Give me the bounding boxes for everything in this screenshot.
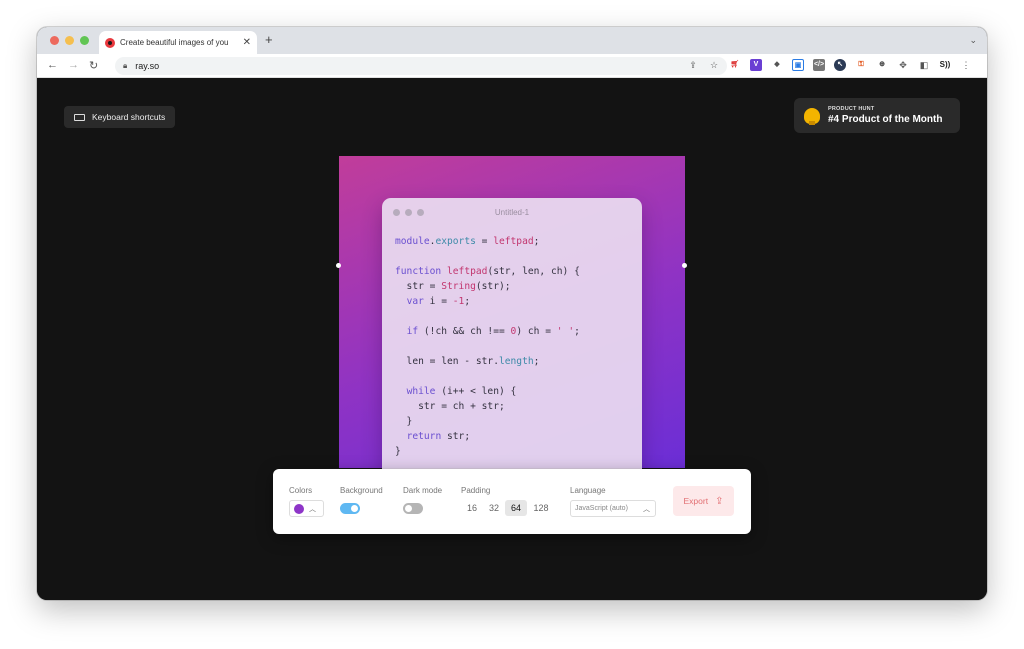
keyboard-icon xyxy=(74,113,85,121)
extension-window-icon[interactable]: ▣ xyxy=(792,59,804,71)
url-text: ray.so xyxy=(135,61,160,71)
color-swatch xyxy=(294,503,304,514)
padding-option[interactable]: 64 xyxy=(505,500,527,516)
padding-option[interactable]: 32 xyxy=(483,500,505,516)
keyboard-shortcuts-label: Keyboard shortcuts xyxy=(92,112,166,122)
background-toggle[interactable] xyxy=(340,503,360,514)
tab-title: Create beautiful images of you xyxy=(120,38,229,47)
product-hunt-badge[interactable]: PRODUCT HUNT #4 Product of the Month xyxy=(794,98,960,133)
export-button[interactable]: Export ⇪ xyxy=(673,486,734,516)
color-picker-button[interactable]: ︿ xyxy=(289,500,324,517)
product-hunt-rank: #4 Product of the Month xyxy=(828,114,943,125)
extension-v-icon[interactable]: V xyxy=(750,59,762,71)
extension-globe-icon[interactable]: ⊕ xyxy=(876,59,888,71)
profile-icon[interactable]: S)) xyxy=(939,59,951,71)
extension-eye-icon[interactable]: ◆ xyxy=(771,59,783,71)
extension-cursor-icon[interactable]: ↖ xyxy=(834,59,846,71)
page-content: Keyboard shortcuts PRODUCT HUNT #4 Produ… xyxy=(37,78,987,600)
more-vertical-icon[interactable]: ⋮ xyxy=(960,59,972,71)
browser-window: Create beautiful images of you ✕ + ⌄ ← →… xyxy=(37,27,987,600)
new-tab-button[interactable]: + xyxy=(265,32,273,47)
controls-panel: Colors ︿ Background Dark mode Padding 16… xyxy=(273,469,751,534)
product-hunt-text: PRODUCT HUNT #4 Product of the Month xyxy=(828,106,942,125)
toggle-knob xyxy=(351,505,358,512)
forward-icon[interactable]: → xyxy=(68,59,79,71)
language-value: JavaScript (auto) xyxy=(575,505,628,512)
product-hunt-label: PRODUCT HUNT xyxy=(828,106,875,112)
extension-cart-icon[interactable]: 🛒︎ xyxy=(729,59,741,71)
favicon-icon xyxy=(105,37,115,48)
chevron-up-icon: ︿ xyxy=(643,506,650,513)
toolbar-icons: ⇪ ☆ 🛒︎ V ◆ ▣ </> ↖ ⚿ ⊕ ✥ ◧ S)) ⋮ xyxy=(687,59,972,71)
share-icon: ⇪ xyxy=(715,495,724,507)
dark-mode-label: Dark mode xyxy=(403,486,443,495)
code-window: Untitled-1 module.exports = leftpad; fun… xyxy=(382,198,642,478)
file-title[interactable]: Untitled-1 xyxy=(382,208,642,217)
back-icon[interactable]: ← xyxy=(47,59,58,71)
keyboard-shortcuts-button[interactable]: Keyboard shortcuts xyxy=(64,106,176,128)
toggle-knob xyxy=(405,505,412,512)
browser-toolbar: ← → ↻ 🔒︎ ray.so ⇪ ☆ 🛒︎ V ◆ ▣ </> ↖ ⚿ ⊕ ✥… xyxy=(37,54,987,78)
tab-search-icon[interactable]: ⌄ xyxy=(969,35,977,46)
maximize-window-button[interactable] xyxy=(80,36,89,45)
padding-option[interactable]: 16 xyxy=(461,500,483,516)
address-bar[interactable]: 🔒︎ ray.so xyxy=(115,57,727,75)
share-icon[interactable]: ⇪ xyxy=(687,59,699,71)
resize-handle-left[interactable] xyxy=(336,263,341,268)
sidebar-icon[interactable]: ◧ xyxy=(918,59,930,71)
tab-bar: Create beautiful images of you ✕ + ⌄ xyxy=(37,27,987,54)
browser-tab[interactable]: Create beautiful images of you ✕ xyxy=(99,31,257,54)
language-select[interactable]: JavaScript (auto) ︿ xyxy=(570,500,656,517)
padding-label: Padding xyxy=(461,486,491,495)
background-label: Background xyxy=(340,486,383,495)
chevron-up-icon: ︿ xyxy=(309,505,316,513)
reload-icon[interactable]: ↻ xyxy=(89,59,98,72)
extension-lock-icon[interactable]: ⚿ xyxy=(855,59,867,71)
code-editor[interactable]: module.exports = leftpad; function leftp… xyxy=(395,234,580,459)
close-window-button[interactable] xyxy=(50,36,59,45)
colors-label: Colors xyxy=(289,486,313,495)
extension-code-icon[interactable]: </> xyxy=(813,59,825,71)
window-controls xyxy=(50,36,89,45)
language-label: Language xyxy=(570,486,606,495)
lock-icon: 🔒︎ xyxy=(123,61,128,70)
dark-mode-toggle[interactable] xyxy=(403,503,423,514)
trophy-icon xyxy=(804,107,820,125)
star-icon[interactable]: ☆ xyxy=(708,59,720,71)
padding-option[interactable]: 128 xyxy=(529,500,553,516)
export-label: Export xyxy=(683,496,709,506)
resize-handle-right[interactable] xyxy=(682,263,687,268)
close-tab-icon[interactable]: ✕ xyxy=(243,37,251,48)
minimize-window-button[interactable] xyxy=(65,36,74,45)
puzzle-icon[interactable]: ✥ xyxy=(897,59,909,71)
